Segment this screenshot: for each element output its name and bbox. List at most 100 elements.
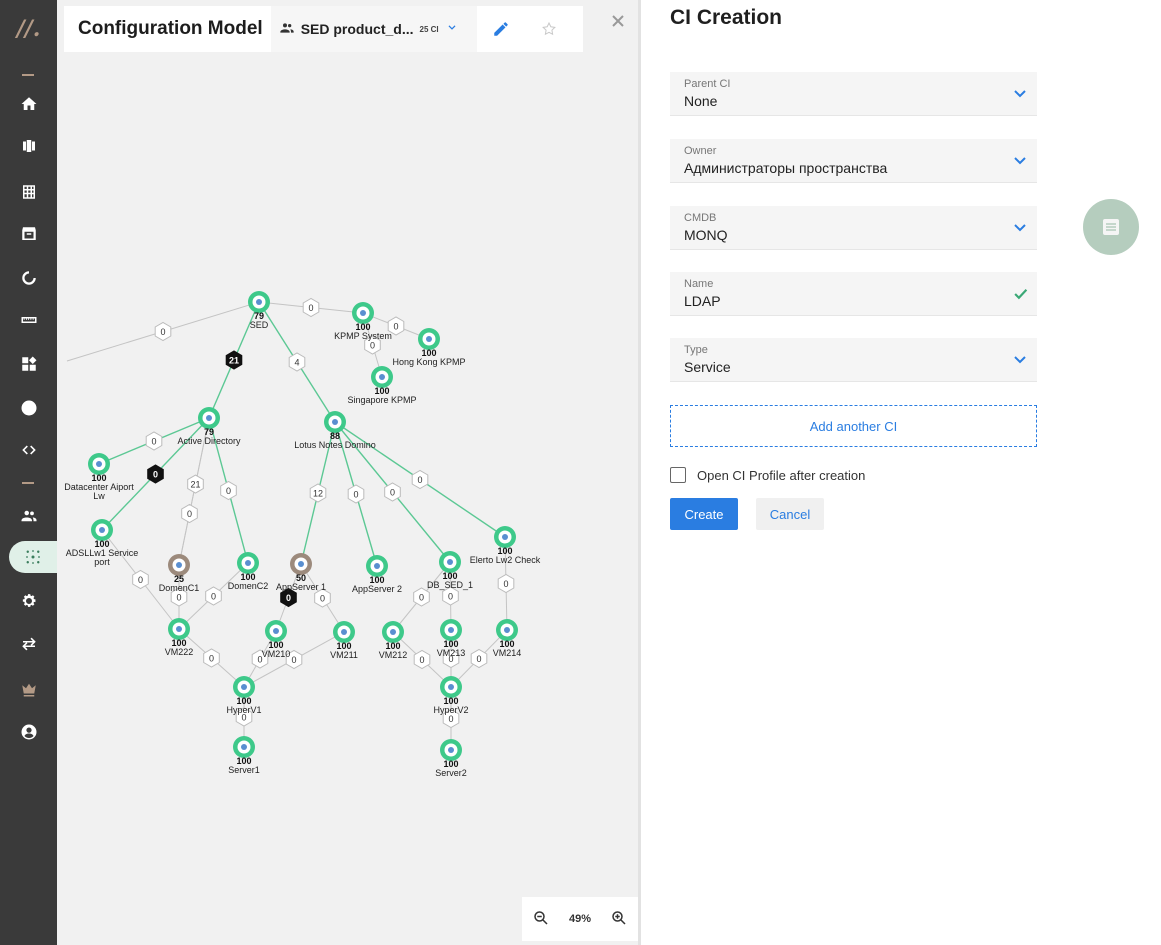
edge-label: 0 — [497, 573, 515, 594]
edge-label: 0 — [411, 469, 429, 490]
star-icon — [541, 21, 556, 36]
table-icon[interactable] — [0, 176, 57, 208]
ci-node[interactable]: 100ADSLLw1 Serviceport — [66, 519, 139, 567]
archive-icon[interactable] — [0, 218, 57, 250]
settings-icon[interactable] — [0, 585, 57, 617]
ci-node[interactable]: 50AppServer 1 — [276, 553, 326, 592]
edge-label: 21 — [225, 350, 243, 370]
ci-node-name: Server1 — [228, 765, 260, 775]
ci-node[interactable]: 100AppServer 2 — [352, 555, 402, 594]
ci-node[interactable]: 100HyperV2 — [433, 676, 469, 715]
edge-label: 12 — [309, 483, 327, 503]
zoom-in-icon[interactable] — [610, 909, 628, 930]
nav-rail: //. — [0, 0, 57, 945]
ci-node[interactable]: 100HyperV1 — [226, 676, 262, 715]
chevron-down-icon[interactable] — [1013, 220, 1027, 234]
home-icon[interactable] — [0, 88, 57, 120]
ci-node-name: KPMP System — [334, 331, 392, 341]
account-icon[interactable] — [0, 716, 57, 748]
ci-type-icon — [298, 561, 304, 567]
ci-node[interactable]: 100VM212 — [379, 621, 408, 660]
ci-type-icon — [447, 559, 453, 565]
ci-node[interactable]: 100VM213 — [437, 619, 466, 658]
edge-label: 0 — [470, 648, 488, 669]
edge-label: 0 — [302, 297, 320, 318]
ci-node[interactable]: 100VM214 — [493, 619, 522, 658]
zoom-controls: 49% — [522, 897, 638, 941]
space-selector[interactable]: SED product_d... 25 CI — [270, 6, 477, 52]
type-select[interactable]: Type Service — [670, 338, 1037, 382]
cancel-button[interactable]: Cancel — [756, 498, 824, 530]
ci-graph[interactable]: 21 40000002100 12 0 0000 0 0 0 0 000 0 0 0 0 00 079SED 1… — [57, 0, 639, 945]
parent-ci-select[interactable]: Parent CI None — [670, 72, 1037, 116]
add-another-ci-button[interactable]: Add another CI — [670, 405, 1037, 447]
cmdb-select[interactable]: CMDB MONQ — [670, 206, 1037, 250]
rail-divider — [22, 482, 34, 484]
ci-node[interactable]: 100DomenC2 — [228, 552, 269, 591]
users-icon[interactable] — [0, 500, 57, 532]
edge-label-text: 0 — [308, 303, 313, 313]
edge-label-text: 0 — [370, 341, 375, 351]
chevron-down-icon[interactable] — [1013, 352, 1027, 366]
edge-label: 0 — [413, 649, 431, 670]
widgets-icon[interactable] — [0, 348, 57, 380]
chevron-down-icon[interactable] — [1013, 86, 1027, 100]
ci-node-name: VM222 — [165, 647, 194, 657]
ci-type-icon — [273, 628, 279, 634]
notes-fab[interactable] — [1083, 199, 1139, 255]
ci-type-icon — [99, 527, 105, 533]
ci-node[interactable]: 88Lotus Notes Domino — [294, 411, 376, 450]
edge-label: 0 — [132, 569, 149, 590]
edge-label-text: 0 — [448, 592, 453, 602]
ci-node[interactable]: 25DomenC1 — [159, 554, 200, 593]
ci-type-icon — [176, 562, 182, 568]
zoom-out-icon[interactable] — [532, 909, 550, 930]
graph-canvas[interactable]: 21 4 0 0 0 0 0 0 21 0 0 12 0 0 0 0 0 0 0 0 0 0 0 0 0 0 0 0 0 0 0 79 SED 1… — [57, 0, 639, 945]
sync-icon[interactable] — [0, 628, 57, 660]
chevron-down-icon[interactable] — [1013, 153, 1027, 167]
field-label: Parent CI — [684, 78, 731, 90]
ci-node[interactable]: 100DB_SED_1 — [427, 551, 473, 590]
ci-node[interactable]: 100Singapore KPMP — [347, 366, 417, 405]
boards-icon[interactable] — [0, 130, 57, 162]
ci-type-icon — [96, 461, 102, 467]
ci-node[interactable]: 100Elerto Lw2 Check — [470, 526, 541, 565]
check-icon — [1013, 286, 1028, 300]
edge-label: 0 — [220, 480, 237, 501]
open-profile-checkbox[interactable] — [670, 467, 686, 483]
edge-label-text: 0 — [353, 490, 358, 500]
owner-select[interactable]: Owner Администраторы пространства — [670, 139, 1037, 183]
ci-node[interactable]: 100VM210 — [262, 620, 291, 659]
name-field[interactable]: Name LDAP — [670, 272, 1037, 316]
close-icon[interactable] — [607, 10, 629, 32]
ci-node[interactable]: 79SED — [248, 291, 270, 330]
field-label: CMDB — [684, 212, 717, 224]
field-value: Service — [684, 359, 731, 375]
ci-node[interactable]: 100Datacenter AiportLw — [64, 453, 134, 501]
ci-node[interactable]: 100Server1 — [228, 736, 260, 775]
code-icon[interactable] — [0, 434, 57, 466]
edge-label-text: 0 — [291, 655, 296, 665]
app-logo[interactable]: //. — [0, 16, 57, 42]
open-profile-option[interactable]: Open CI Profile after creation — [670, 467, 865, 483]
favorite-button[interactable] — [524, 6, 573, 52]
chevron-down-icon[interactable] — [445, 21, 459, 38]
field-value[interactable]: LDAP — [684, 293, 721, 309]
edge-label-text: 0 — [419, 593, 424, 603]
graph-icon[interactable] — [9, 541, 57, 573]
ci-node-name: VM213 — [437, 648, 466, 658]
create-button[interactable]: Create — [670, 498, 738, 530]
ci-type-icon — [341, 629, 347, 635]
toolbar-overflow[interactable] — [572, 6, 583, 52]
ci-node[interactable]: 100VM211 — [330, 621, 358, 660]
refresh-icon[interactable] — [0, 262, 57, 294]
ci-node[interactable]: 100Server2 — [435, 739, 467, 778]
ci-node[interactable]: 100Hong Kong KPMP — [392, 328, 466, 367]
edit-button[interactable] — [476, 6, 525, 52]
ruler-icon[interactable] — [0, 304, 57, 336]
edge-label-text: 0 — [138, 575, 143, 585]
pencil-icon — [493, 22, 508, 36]
field-value: None — [684, 93, 718, 109]
crown-icon[interactable] — [0, 673, 57, 705]
lightning-icon[interactable] — [0, 392, 57, 424]
